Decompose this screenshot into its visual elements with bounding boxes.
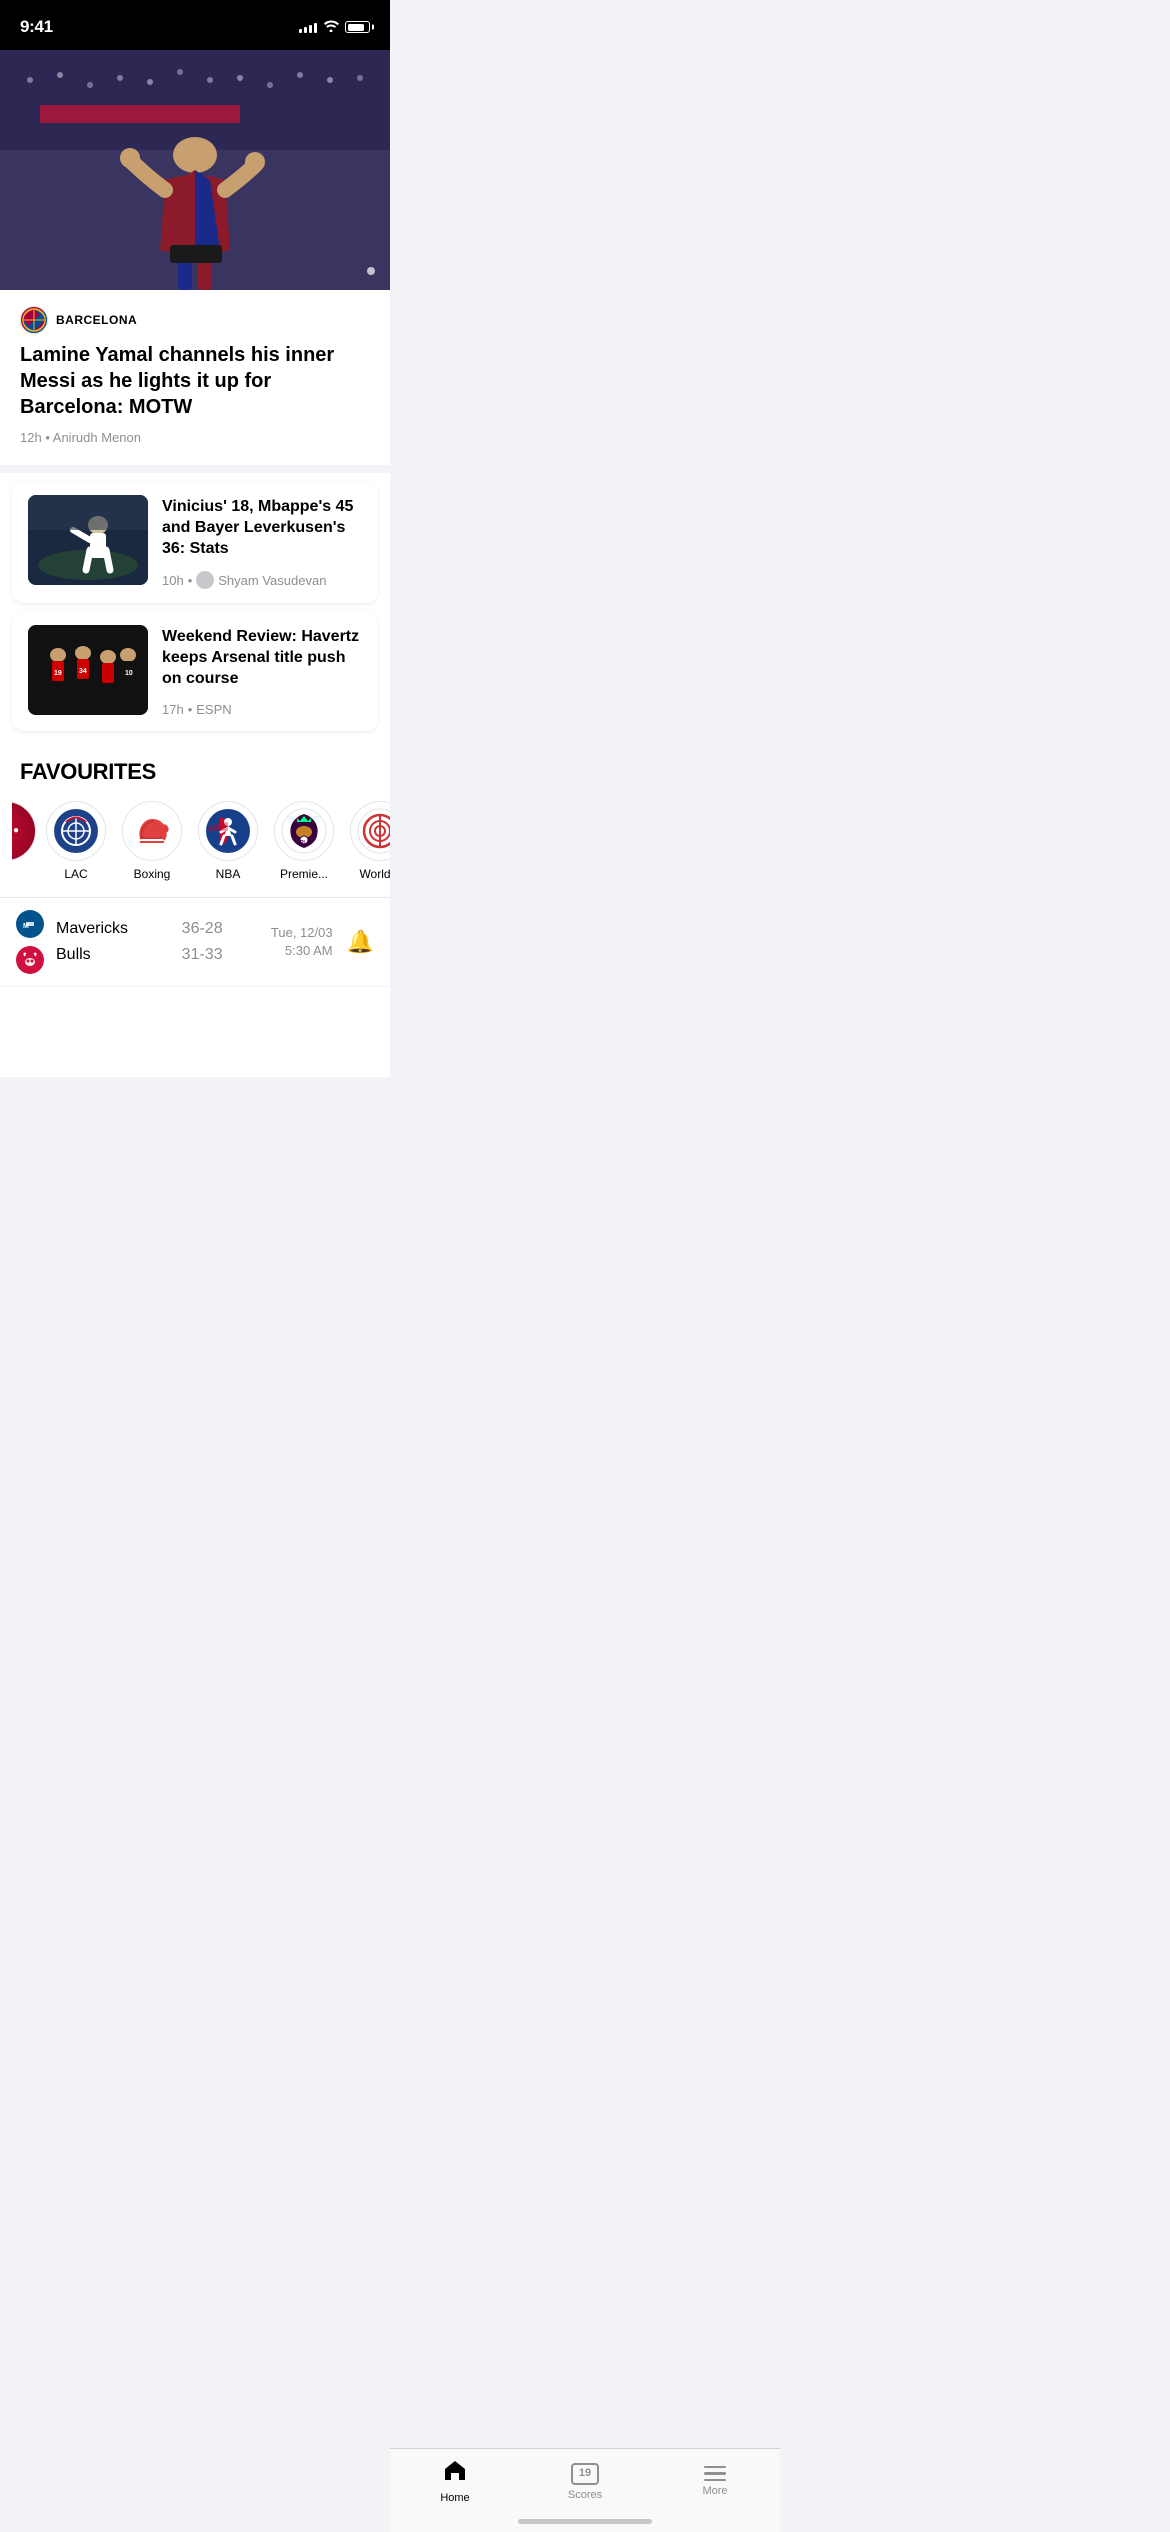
article-headline-1: Weekend Review: Havertz keeps Arsenal ti… bbox=[162, 627, 362, 689]
article-card-1[interactable]: 19 34 10 bbox=[12, 611, 378, 730]
article-meta-0: 10h • Shyam Vasudevan bbox=[162, 571, 362, 589]
article-tag-text: BARCELONA bbox=[56, 313, 137, 327]
fav-item-partial[interactable]: ● bbox=[12, 801, 36, 881]
fav-icon-nba bbox=[198, 801, 258, 861]
fav-item-boxing[interactable]: Boxing bbox=[116, 801, 188, 881]
fav-icon-boxing bbox=[122, 801, 182, 861]
svg-text:PL: PL bbox=[300, 840, 306, 846]
fav-label-pl: Premie... bbox=[280, 867, 328, 881]
favourites-scroll[interactable]: ● LAC bbox=[0, 801, 390, 897]
match-time: Tue, 12/03 5:30 AM bbox=[233, 924, 333, 960]
team2-name: Bulls bbox=[56, 946, 153, 964]
fav-label-boxing: Boxing bbox=[134, 867, 171, 881]
signal-icon bbox=[299, 21, 317, 33]
battery-icon bbox=[345, 21, 370, 33]
carousel-indicator bbox=[367, 267, 375, 275]
mavericks-logo: M bbox=[16, 910, 44, 938]
svg-text:M: M bbox=[23, 923, 29, 930]
hero-article-meta: 12h • Anirudh Menon bbox=[20, 430, 370, 445]
wifi-icon bbox=[323, 20, 339, 35]
score-row-0[interactable]: M Mavericks Bulls bbox=[0, 898, 390, 987]
hero-image[interactable] bbox=[0, 50, 390, 290]
author-avatar-0 bbox=[196, 571, 214, 589]
nav-home[interactable]: Home bbox=[415, 2459, 495, 2504]
article-tag: BARCELONA bbox=[20, 306, 370, 334]
svg-text:34: 34 bbox=[79, 668, 87, 675]
team-logos: M bbox=[16, 910, 46, 974]
hero-article-card[interactable]: BARCELONA Lamine Yamal channels his inne… bbox=[0, 290, 390, 473]
team1-name: Mavericks bbox=[56, 920, 153, 938]
nav-more-label: More bbox=[702, 2485, 727, 2497]
team1-score: 36-28 bbox=[182, 920, 223, 938]
home-icon bbox=[443, 2459, 467, 2488]
fav-label-lac: LAC bbox=[64, 867, 87, 881]
nav-more[interactable]: More bbox=[675, 2466, 755, 2498]
fav-icon-lac bbox=[46, 801, 106, 861]
article-thumb-0 bbox=[28, 495, 148, 585]
alert-bell-icon[interactable]: 🔔 bbox=[347, 929, 374, 955]
bulls-logo bbox=[16, 946, 44, 974]
article-thumb-1: 19 34 10 bbox=[28, 625, 148, 715]
fav-item-world[interactable]: World... bbox=[344, 801, 390, 881]
favourites-section: FAVOURITES ● bbox=[0, 739, 390, 897]
article-small-content-1: Weekend Review: Havertz keeps Arsenal ti… bbox=[162, 625, 362, 716]
fav-label-world: World... bbox=[359, 867, 390, 881]
barcelona-badge bbox=[20, 306, 48, 334]
status-bar: 9:41 bbox=[0, 0, 390, 50]
fav-item-nba[interactable]: NBA bbox=[192, 801, 264, 881]
fav-item-pl[interactable]: PL Premie... bbox=[268, 801, 340, 881]
svg-text:19: 19 bbox=[54, 670, 62, 677]
fav-icon-pl: PL bbox=[274, 801, 334, 861]
nav-scores[interactable]: 19 Scores bbox=[545, 2463, 625, 2501]
scores-section: M Mavericks Bulls bbox=[0, 897, 390, 987]
more-icon bbox=[704, 2466, 726, 2482]
status-icons bbox=[299, 20, 370, 35]
team2-score: 31-33 bbox=[182, 946, 223, 964]
home-indicator bbox=[518, 2519, 652, 2524]
fav-item-lac[interactable]: LAC bbox=[40, 801, 112, 881]
nav-home-label: Home bbox=[440, 2492, 469, 2504]
scroll-content: BARCELONA Lamine Yamal channels his inne… bbox=[0, 50, 390, 1077]
fav-label-nba: NBA bbox=[216, 867, 241, 881]
fav-icon-world bbox=[350, 801, 390, 861]
scores-icon: 19 bbox=[571, 2463, 599, 2485]
article-headline-0: Vinicius' 18, Mbappe's 45 and Bayer Leve… bbox=[162, 497, 362, 559]
hero-article-headline: Lamine Yamal channels his inner Messi as… bbox=[20, 342, 370, 420]
bottom-spacer bbox=[0, 987, 390, 1077]
status-time: 9:41 bbox=[20, 17, 53, 37]
favourites-title: FAVOURITES bbox=[0, 739, 390, 801]
nav-scores-label: Scores bbox=[568, 2489, 602, 2501]
teams-names: Mavericks Bulls bbox=[56, 920, 153, 964]
article-card-0[interactable]: Vinicius' 18, Mbappe's 45 and Bayer Leve… bbox=[12, 481, 378, 603]
svg-text:10: 10 bbox=[125, 670, 133, 677]
scores-col: 36-28 31-33 bbox=[163, 920, 223, 964]
article-small-content-0: Vinicius' 18, Mbappe's 45 and Bayer Leve… bbox=[162, 495, 362, 589]
article-meta-1: 17h • ESPN bbox=[162, 702, 362, 717]
